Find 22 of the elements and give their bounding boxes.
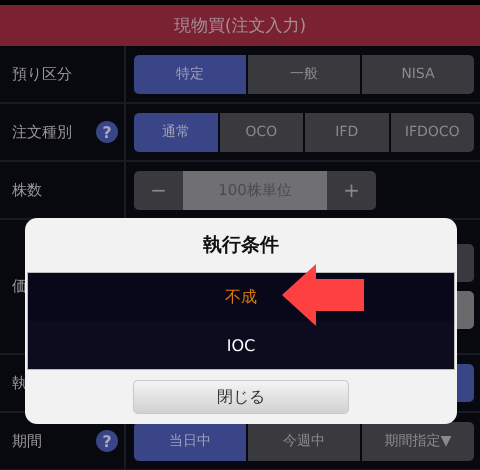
segment-tab[interactable]: 期間指定▼ xyxy=(362,422,474,460)
segment-tab[interactable]: NISA xyxy=(362,54,474,94)
plus-button[interactable]: + xyxy=(327,170,376,210)
segment-tab[interactable]: 特定 xyxy=(134,54,246,94)
segment-tab[interactable]: IFD xyxy=(305,112,388,152)
help-icon[interactable]: ? xyxy=(96,121,118,143)
help-icon[interactable]: ? xyxy=(96,430,118,452)
segment-tab[interactable]: 当日中 xyxy=(134,422,246,460)
field-label: 株数 xyxy=(12,180,42,200)
field-label: 期間 xyxy=(12,432,42,450)
segment-tab[interactable]: 今週中 xyxy=(248,422,360,460)
field-label: 注文種別 xyxy=(12,122,72,142)
option-item[interactable]: IOC xyxy=(28,321,454,369)
segment-tab[interactable]: OCO xyxy=(220,112,303,152)
segment-tab[interactable]: 一般 xyxy=(248,54,360,94)
segment-tab[interactable]: IFDOCO xyxy=(390,112,474,152)
field-label: 預り区分 xyxy=(12,64,72,84)
minus-button[interactable]: − xyxy=(134,170,183,210)
header-title: 現物買(注文入力) xyxy=(174,15,306,37)
close-button[interactable]: 閉じる xyxy=(133,380,349,414)
dialog-title: 執行条件 xyxy=(202,233,280,258)
segment-tab[interactable]: 通常 xyxy=(134,112,218,152)
